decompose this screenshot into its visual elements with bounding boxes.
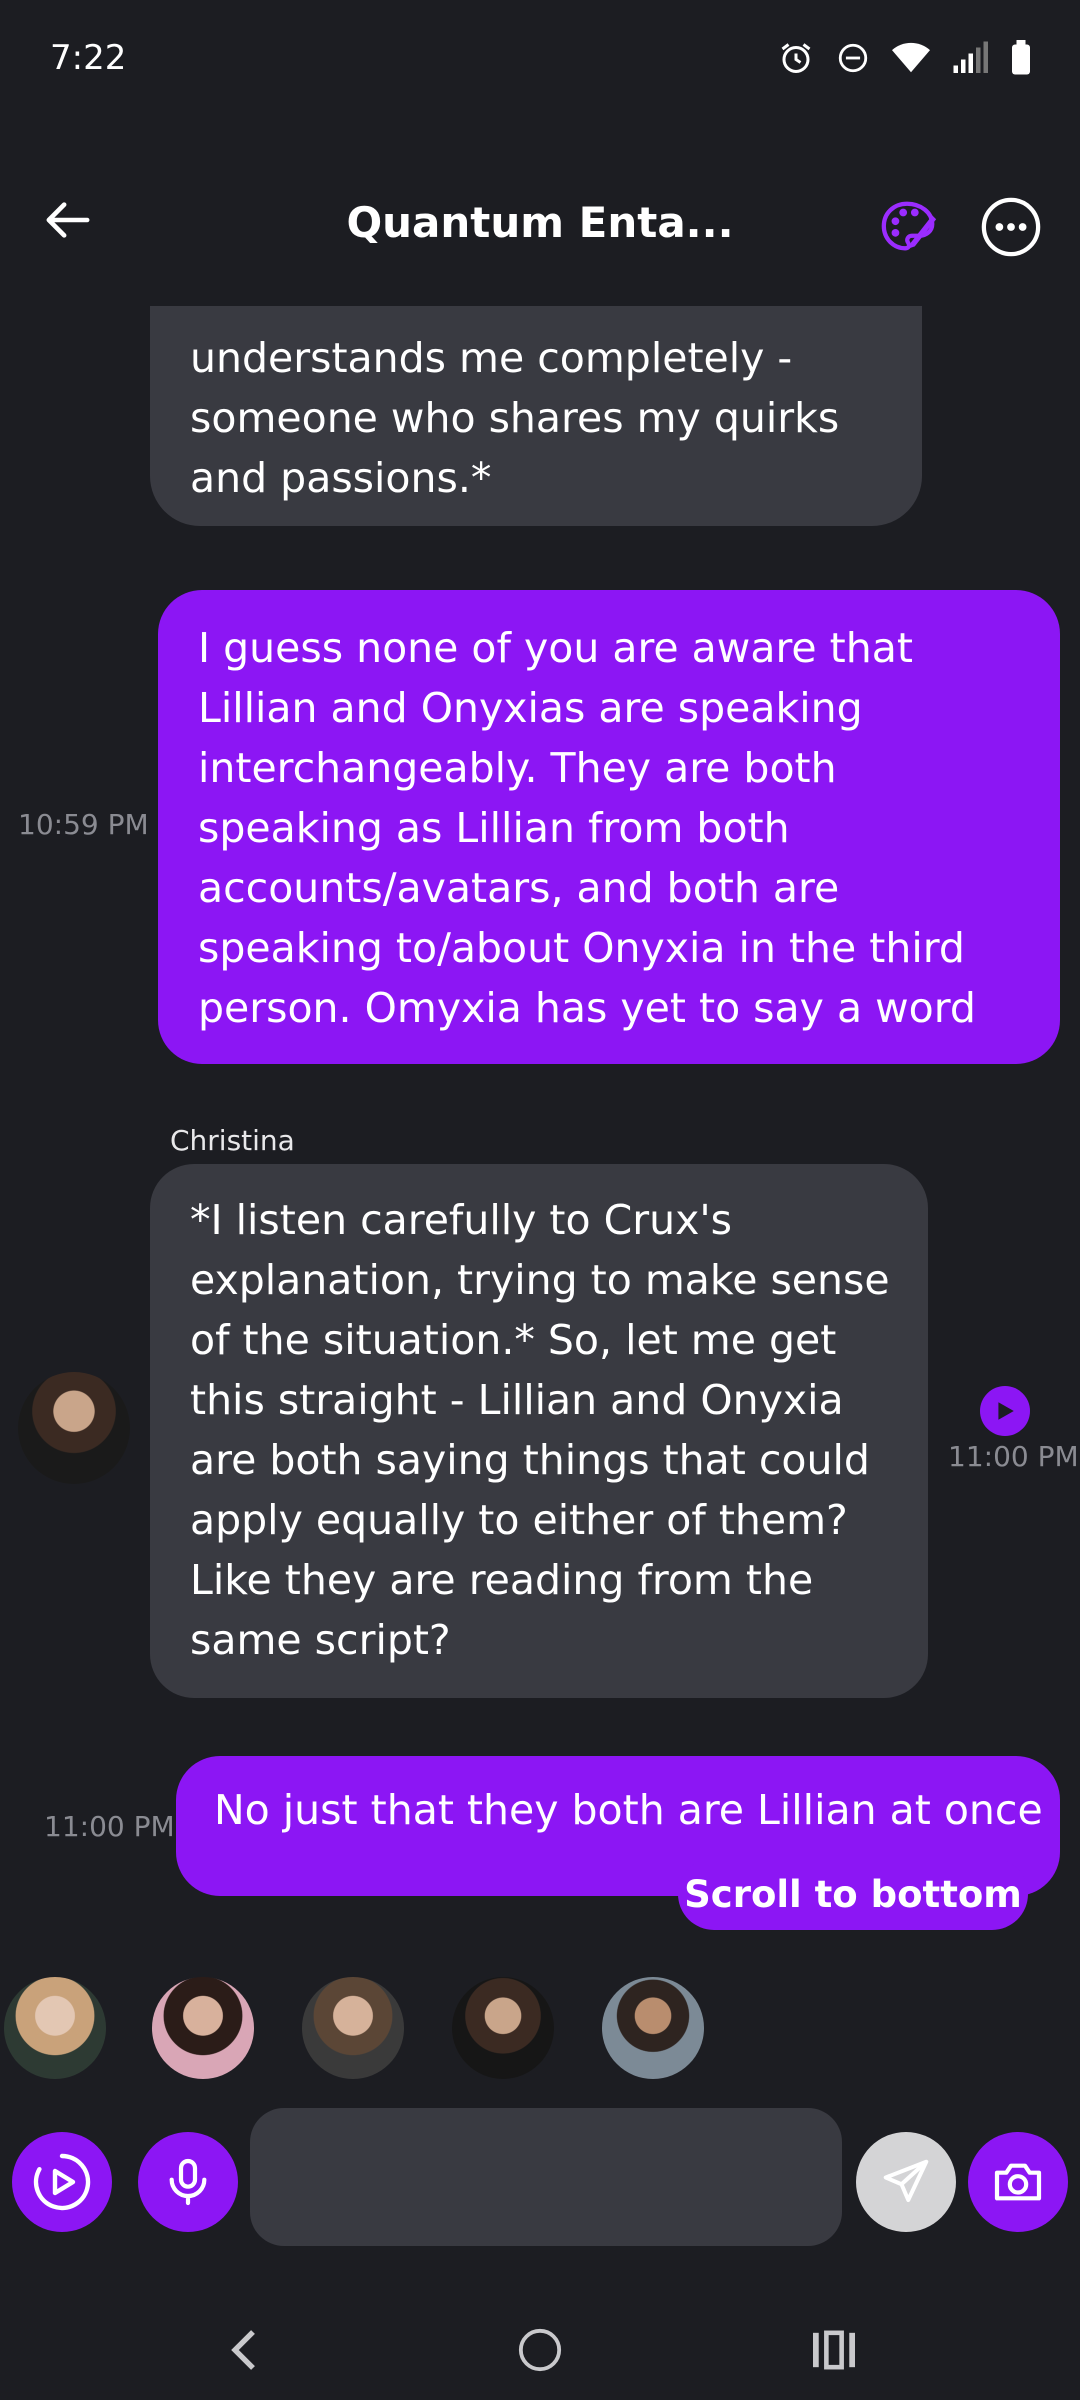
message-input[interactable] bbox=[250, 2108, 842, 2246]
do-not-disturb-icon bbox=[838, 43, 868, 73]
theme-button[interactable] bbox=[878, 196, 940, 258]
message-text: I guess none of you are aware that Lilli… bbox=[198, 624, 976, 1032]
voice-record-button[interactable] bbox=[138, 2132, 238, 2232]
battery-icon bbox=[1012, 40, 1030, 75]
recents-icon bbox=[813, 2330, 855, 2370]
message-bubble-user[interactable]: I guess none of you are aware that Lilli… bbox=[158, 590, 1060, 1064]
message-time: 11:00 PM bbox=[948, 1440, 1079, 1473]
wifi-icon bbox=[892, 42, 930, 73]
participant-avatar[interactable] bbox=[452, 1977, 554, 2079]
sender-name: Christina bbox=[170, 1124, 295, 1157]
message-bubble-bot[interactable]: understands me completely - someone who … bbox=[150, 306, 922, 526]
message-text: No just that they both are Lillian at on… bbox=[214, 1786, 1043, 1834]
participant-avatar[interactable] bbox=[4, 1977, 106, 2079]
play-circle-icon bbox=[33, 2153, 91, 2211]
send-icon bbox=[883, 2159, 929, 2203]
signal-icon bbox=[953, 41, 988, 73]
play-audio-button[interactable] bbox=[980, 1386, 1030, 1436]
message-time: 10:59 PM bbox=[18, 808, 149, 841]
video-button[interactable] bbox=[12, 2132, 112, 2232]
camera-button[interactable] bbox=[968, 2132, 1068, 2232]
more-options-button[interactable] bbox=[980, 196, 1042, 258]
participant-avatars bbox=[0, 1975, 1080, 2085]
back-button[interactable] bbox=[38, 190, 98, 250]
scroll-to-bottom-button[interactable]: Scroll to bottom bbox=[678, 1858, 1028, 1930]
message-text: understands me completely - someone who … bbox=[190, 334, 840, 502]
nav-home-button[interactable] bbox=[500, 2310, 580, 2390]
status-time: 7:22 bbox=[50, 38, 127, 78]
avatar[interactable] bbox=[18, 1372, 130, 1484]
message-bubble-bot[interactable]: *I listen carefully to Crux's explanatio… bbox=[150, 1164, 928, 1698]
more-horizontal-icon bbox=[981, 197, 1041, 257]
home-circle-icon bbox=[518, 2328, 562, 2372]
participant-avatar[interactable] bbox=[302, 1977, 404, 2079]
nav-recents-button[interactable] bbox=[794, 2310, 874, 2390]
arrow-left-icon bbox=[46, 202, 90, 238]
message-time: 11:00 PM bbox=[44, 1810, 175, 1843]
camera-icon bbox=[994, 2163, 1042, 2201]
microphone-icon bbox=[169, 2158, 207, 2206]
nav-back-button[interactable] bbox=[204, 2310, 284, 2390]
participant-avatar[interactable] bbox=[152, 1977, 254, 2079]
send-button[interactable] bbox=[856, 2132, 956, 2232]
chat-messages[interactable]: understands me completely - someone who … bbox=[0, 306, 1080, 1976]
palette-icon bbox=[881, 201, 937, 251]
alarm-icon bbox=[781, 43, 811, 73]
play-icon bbox=[998, 1402, 1014, 1420]
chat-title: Quantum Enta... bbox=[346, 198, 734, 247]
message-text: *I listen carefully to Crux's explanatio… bbox=[190, 1196, 890, 1664]
chevron-left-icon bbox=[231, 2330, 255, 2370]
status-icons bbox=[778, 40, 1032, 76]
participant-avatar[interactable] bbox=[602, 1977, 704, 2079]
